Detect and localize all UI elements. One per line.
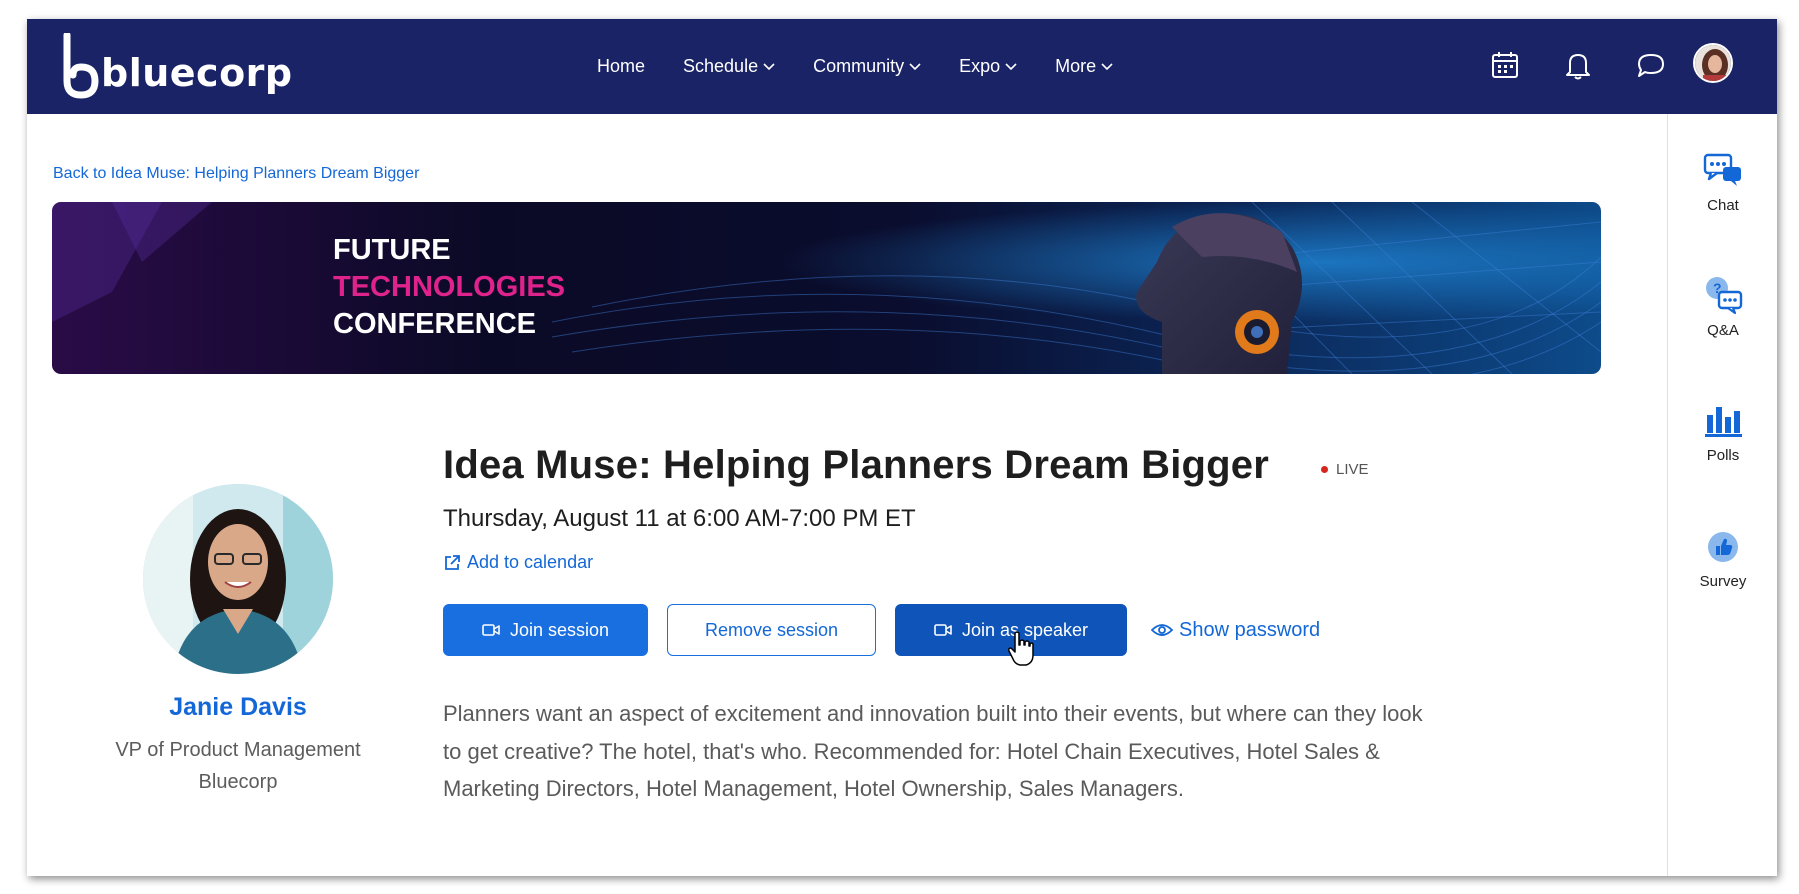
top-navbar: bluecorp Home Schedule Community Expo Mo… [27, 19, 1777, 114]
show-password-button[interactable]: Show password [1151, 604, 1320, 656]
chevron-down-icon [763, 62, 775, 70]
nav-item-home[interactable]: Home [597, 56, 645, 77]
banner-line-1: FUTURE [333, 234, 451, 266]
main-menu: Home Schedule Community Expo More [597, 19, 1151, 114]
rail-item-qa[interactable]: ? Q&A [1669, 276, 1777, 340]
chevron-down-icon [909, 62, 921, 70]
speaker-photo[interactable] [143, 484, 333, 674]
join-session-label: Join session [509, 619, 610, 640]
rail-item-polls[interactable]: Polls [1669, 401, 1777, 465]
session-title: Idea Muse: Helping Planners Dream Bigger [443, 443, 1269, 487]
nav-item-label: Home [597, 56, 646, 76]
chevron-down-icon [1101, 62, 1113, 70]
back-link[interactable]: Back to Idea Muse: Helping Planners Drea… [53, 165, 419, 183]
video-camera-icon [934, 624, 952, 636]
banner-line-2: TECHNOLOGIES [333, 271, 566, 303]
banner-line-3: CONFERENCE [333, 308, 537, 340]
nav-item-community[interactable]: Community [813, 56, 921, 77]
speaker-organization: Bluecorp [198, 771, 278, 793]
join-session-button[interactable]: Join session [443, 604, 648, 656]
speaker-name[interactable]: Janie Davis [57, 693, 419, 722]
conference-banner: FUTURE TECHNOLOGIES CONFERENCE [52, 202, 1601, 374]
right-rail-divider [1667, 114, 1668, 876]
polls-icon [1705, 407, 1742, 437]
app-window: bluecorp Home Schedule Community Expo Mo… [27, 19, 1777, 876]
speaker-photo-image [143, 484, 333, 674]
user-avatar[interactable] [1693, 43, 1733, 83]
rail-item-label: Polls [1706, 447, 1740, 464]
hand-pointer-cursor-icon [1008, 631, 1034, 666]
chat-bubble-icon[interactable] [1633, 47, 1669, 83]
live-dot-icon [1321, 466, 1328, 473]
add-to-calendar-label: Add to calendar [467, 552, 594, 572]
user-avatar-image [1695, 45, 1731, 81]
nav-item-label: More [1055, 56, 1097, 76]
rail-item-label: Survey [1699, 573, 1747, 590]
remove-session-label: Remove session [704, 619, 839, 640]
external-link-icon [445, 554, 460, 570]
nav-item-more[interactable]: More [1055, 56, 1113, 77]
chat-icon [1703, 153, 1741, 186]
nav-item-label: Expo [959, 56, 1001, 76]
session-description: Planners want an aspect of excitement an… [443, 701, 1423, 801]
nav-item-schedule[interactable]: Schedule [683, 56, 775, 77]
logo-mark-icon [63, 33, 99, 99]
rail-item-label: Q&A [1707, 322, 1739, 339]
brand-logo[interactable]: bluecorp [61, 33, 292, 103]
show-password-label: Show password [1179, 618, 1321, 641]
video-camera-icon [482, 624, 500, 636]
calendar-icon[interactable] [1487, 47, 1523, 83]
session-datetime: Thursday, August 11 at 6:00 AM-7:00 PM E… [443, 505, 916, 532]
live-status-text: LIVE [1336, 461, 1369, 478]
bell-icon[interactable] [1560, 47, 1596, 83]
add-to-calendar-link[interactable]: Add to calendar [443, 552, 593, 573]
rail-item-survey[interactable]: Survey [1669, 527, 1777, 591]
logo-text: bluecorp [101, 51, 293, 95]
live-badge: LIVE [1321, 461, 1369, 478]
rail-item-chat[interactable]: Chat [1669, 151, 1777, 215]
banner-artwork [52, 202, 1601, 374]
remove-session-button[interactable]: Remove session [667, 604, 876, 656]
chevron-down-icon [1005, 62, 1017, 70]
nav-item-label: Community [813, 56, 905, 76]
qa-icon: ? [1706, 277, 1743, 315]
speaker-job-title: VP of Product Management [115, 739, 361, 761]
nav-item-expo[interactable]: Expo [959, 56, 1017, 77]
survey-icon [1708, 532, 1738, 562]
nav-item-label: Schedule [683, 56, 759, 76]
rail-item-label: Chat [1707, 197, 1739, 214]
eye-icon [1151, 624, 1173, 636]
